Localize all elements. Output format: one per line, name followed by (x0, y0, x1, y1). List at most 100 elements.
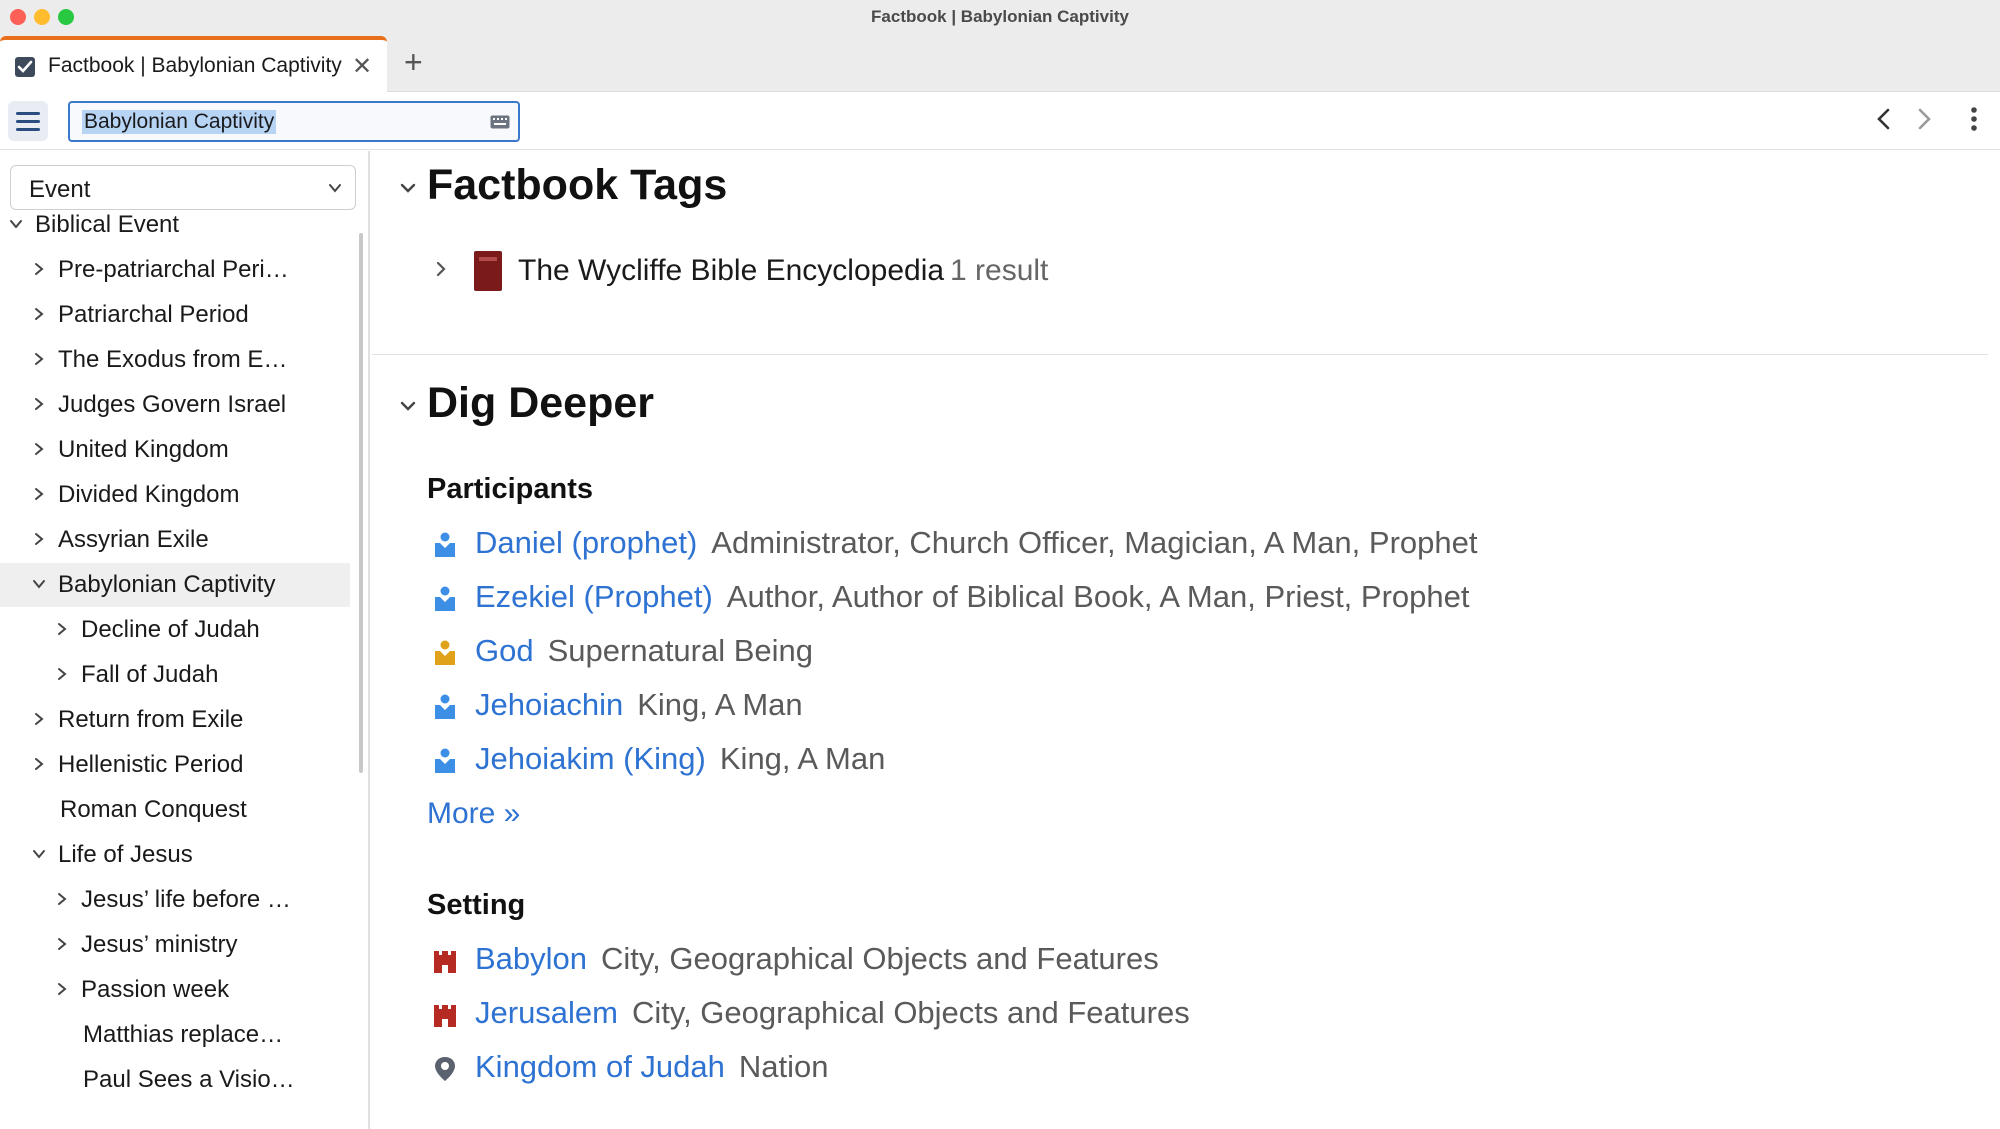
chevron-right-icon[interactable] (54, 621, 70, 637)
tree-item-label: Assyrian Exile (58, 526, 209, 553)
factbook-checkbox-icon (15, 57, 35, 77)
tab-label: Factbook | Babylonian Captivity (48, 54, 342, 77)
chevron-right-icon[interactable] (31, 441, 47, 457)
entity-row: God Supernatural Being (427, 629, 1627, 673)
entity-row: Jehoiachin King, A Man (427, 683, 1627, 727)
chevron-right-icon[interactable] (31, 486, 47, 502)
tree-item[interactable]: Hellenistic Period (0, 743, 350, 787)
entity-link[interactable]: God (475, 633, 534, 669)
tree-item[interactable]: Decline of Judah (0, 608, 350, 652)
chevron-right-icon[interactable] (31, 261, 47, 277)
tree-item[interactable]: Pre-patriarchal Peri… (0, 248, 350, 292)
tree-item[interactable]: Assyrian Exile (0, 518, 350, 562)
person-icon (433, 747, 457, 775)
entity-description: Administrator, Church Officer, Magician,… (711, 525, 1478, 560)
chevron-right-icon[interactable] (54, 981, 70, 997)
entity-description: King, A Man (637, 687, 803, 722)
sidebar-scrollbar[interactable] (359, 233, 363, 773)
tree-item[interactable]: Divided Kingdom (0, 473, 350, 517)
tree-item[interactable]: The Exodus from E… (0, 338, 350, 382)
tree-item-label: Return from Exile (58, 706, 244, 733)
entity-row: Ezekiel (Prophet) Author, Author of Bibli… (427, 575, 1627, 619)
entity-link[interactable]: Babylon (475, 941, 587, 977)
deity-icon (433, 639, 457, 667)
chevron-right-icon[interactable] (31, 396, 47, 412)
tree-item-label: Roman Conquest (60, 796, 247, 823)
section-title-dig-deeper: Dig Deeper (427, 379, 655, 427)
tree-item-label: Life of Jesus (58, 841, 193, 868)
tree-item-label: Jesus’ life before … (81, 886, 291, 913)
resource-result-count: 1 result (950, 254, 1049, 287)
chevron-right-icon[interactable] (31, 756, 47, 772)
section-title-factbook-tags: Factbook Tags (427, 161, 728, 209)
chevron-right-icon[interactable] (31, 531, 47, 547)
chevron-down-icon[interactable] (31, 576, 47, 592)
section-divider (372, 354, 1988, 355)
tab-bar: Factbook | Babylonian Captivity ✕ + (0, 34, 2000, 92)
sidebar: Event Biblical Event Pre-patriarchal Peri… (0, 151, 370, 1129)
entity-description: Nation (738, 1049, 829, 1084)
castle-icon (433, 947, 457, 975)
chevron-right-icon[interactable] (54, 666, 70, 682)
chevron-right-icon[interactable] (31, 351, 47, 367)
more-options-icon[interactable] (1962, 104, 1986, 134)
tree-item-label: Divided Kingdom (58, 481, 240, 508)
type-select-value: Event (29, 176, 91, 203)
tree-item[interactable]: Matthias replace… (0, 1013, 350, 1057)
hamburger-menu-icon[interactable] (8, 101, 48, 141)
tree-item[interactable]: Roman Conquest (0, 788, 350, 832)
entity-description: King, A Man (719, 741, 886, 776)
entity-link[interactable]: Ezekiel (Prophet) (475, 579, 713, 615)
tree-item[interactable]: Biblical Event (0, 203, 350, 247)
person-icon (433, 585, 457, 613)
tab-factbook[interactable]: Factbook | Babylonian Captivity ✕ (0, 36, 387, 92)
tree-item[interactable]: Paul Sees a Visio… (0, 1058, 350, 1102)
search-input[interactable]: Babylonian Captivity (68, 101, 520, 142)
new-tab-button[interactable]: + (404, 42, 423, 82)
tree-item[interactable]: Jesus’ life before … (0, 878, 350, 922)
entity-link[interactable]: Kingdom of Judah (475, 1049, 725, 1085)
tree-item[interactable]: Babylonian Captivity (0, 563, 350, 607)
tree-item-label: United Kingdom (58, 436, 229, 463)
main-content: Factbook Tags The Wycliffe Bible Encyclo… (372, 151, 2000, 1129)
tree-item[interactable]: Passion week (0, 968, 350, 1012)
toolbar: Babylonian Captivity (0, 92, 2000, 150)
tree-item[interactable]: Patriarchal Period (0, 293, 350, 337)
entity-row: Daniel (prophet) Administrator, Church Of… (427, 521, 1627, 565)
tree-item[interactable]: Fall of Judah (0, 653, 350, 697)
entity-row: Babylon City, Geographical Objects and Fe… (427, 937, 1627, 981)
entity-link[interactable]: Jehoiachin (475, 687, 623, 723)
chevron-down-icon[interactable] (398, 396, 418, 416)
tree-item[interactable]: Judges Govern Israel (0, 383, 350, 427)
chevron-right-icon[interactable] (54, 936, 70, 952)
chevron-right-icon[interactable] (31, 306, 47, 322)
tree-item-label: Pre-patriarchal Peri… (58, 256, 289, 283)
tree-item[interactable]: Life of Jesus (0, 833, 350, 877)
entity-description: Author, Author of Biblical Book, A Man, … (726, 579, 1470, 614)
tree-item-label: Patriarchal Period (58, 301, 249, 328)
tree-item-label: Matthias replace… (83, 1021, 284, 1048)
close-tab-icon[interactable]: ✕ (352, 52, 372, 81)
keyboard-icon[interactable] (490, 115, 510, 129)
tree-item[interactable]: Return from Exile (0, 698, 350, 742)
more-participants-link[interactable]: More » (427, 797, 520, 831)
search-input-value: Babylonian Captivity (82, 110, 277, 134)
entity-link[interactable]: Daniel (prophet) (475, 525, 697, 561)
entity-link[interactable]: Jehoiakim (King) (475, 741, 706, 777)
forward-arrow-icon[interactable] (1912, 104, 1936, 134)
chevron-down-icon (329, 184, 341, 193)
tree-item[interactable]: Jesus’ ministry (0, 923, 350, 967)
tree-item[interactable]: United Kingdom (0, 428, 350, 472)
chevron-right-icon[interactable] (31, 711, 47, 727)
entity-link[interactable]: Jerusalem (475, 995, 618, 1031)
chevron-right-icon[interactable] (432, 260, 450, 278)
chevron-down-icon[interactable] (398, 178, 418, 198)
entity-description: City, Geographical Objects and Features (601, 941, 1159, 976)
chevron-down-icon[interactable] (8, 216, 24, 232)
entity-row: Jerusalem City, Geographical Objects and … (427, 991, 1627, 1035)
chevron-right-icon[interactable] (54, 891, 70, 907)
tree-item-label: Decline of Judah (81, 616, 260, 643)
resource-row[interactable]: The Wycliffe Bible Encyclopedia 1 result (432, 246, 1132, 296)
back-arrow-icon[interactable] (1872, 104, 1896, 134)
chevron-down-icon[interactable] (31, 846, 47, 862)
